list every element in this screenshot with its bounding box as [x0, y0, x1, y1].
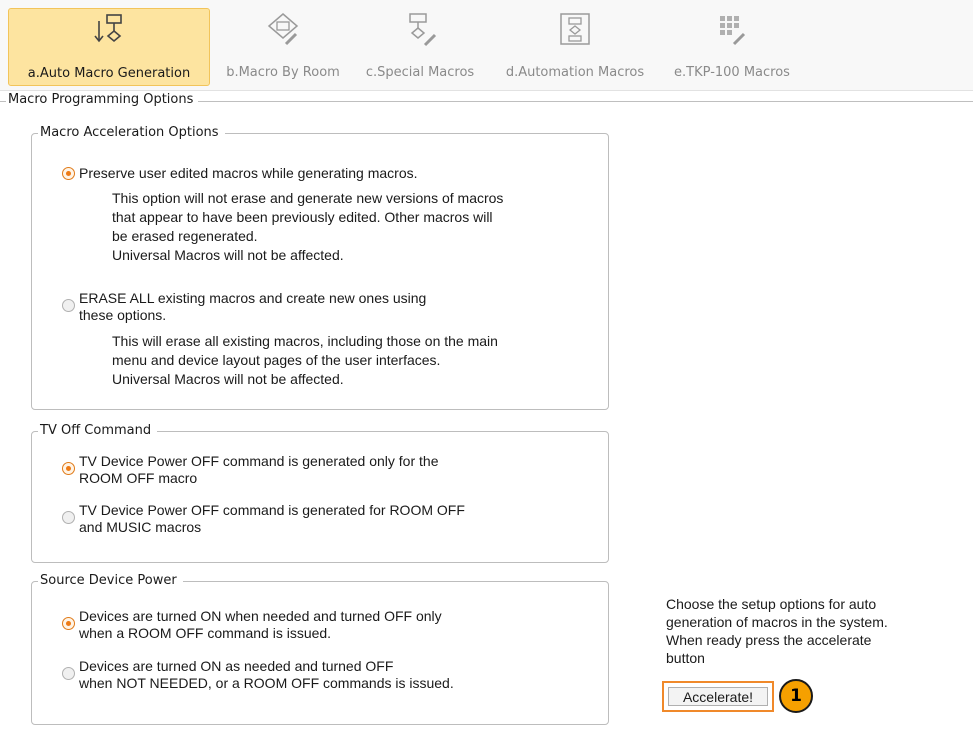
option-label: ERASE ALL existing macros and create new… — [79, 290, 426, 324]
tab-auto-macro-generation[interactable]: a.Auto Macro Generation — [8, 8, 210, 86]
tab-label: b.Macro By Room — [226, 65, 340, 80]
erase-all-description: This will erase all existing macros, inc… — [112, 332, 498, 389]
source-power-not-needed-radio[interactable] — [62, 667, 75, 680]
ribbon-toolbar: a.Auto Macro Generation b.Macro By Room … — [0, 0, 973, 91]
instructions-line: button — [666, 650, 705, 666]
group-title: Source Device Power — [38, 572, 183, 590]
tab-special-macros[interactable]: c.Special Macros — [356, 8, 484, 86]
special-macro-edit-icon — [409, 13, 437, 47]
description-line: Universal Macros will not be affected. — [112, 247, 344, 263]
room-edit-icon — [267, 13, 299, 46]
tab-label: e.TKP-100 Macros — [674, 65, 790, 80]
option-label: TV Device Power OFF command is generated… — [79, 453, 438, 487]
option-label-line: TV Device Power OFF command is generated… — [79, 453, 439, 469]
group-title: TV Off Command — [38, 422, 158, 440]
description-line: Universal Macros will not be affected. — [112, 371, 344, 387]
instructions-line: When ready press the accelerate — [666, 632, 872, 648]
option-label-line: ERASE ALL existing macros and create new… — [79, 290, 427, 306]
tab-macro-by-room[interactable]: b.Macro By Room — [212, 8, 354, 86]
option-label-line: ROOM OFF macro — [79, 470, 198, 486]
option-label: Devices are turned ON as needed and turn… — [79, 658, 454, 692]
outer-group-title: Macro Programming Options — [6, 92, 199, 107]
tv-off-room-music-option[interactable]: TV Device Power OFF command is generated… — [62, 502, 465, 536]
accelerate-button[interactable]: Accelerate! — [668, 687, 768, 706]
erase-all-option[interactable]: ERASE ALL existing macros and create new… — [62, 290, 426, 324]
callout-badge: 1 — [779, 679, 813, 713]
tab-tkp100-macros[interactable]: e.TKP-100 Macros — [664, 8, 800, 86]
keypad-edit-icon — [720, 16, 746, 46]
tv-off-room-only-option[interactable]: TV Device Power OFF command is generated… — [62, 453, 438, 487]
acceleration-options-group: Macro Acceleration Options Preserve user… — [31, 124, 609, 410]
accelerate-highlight: Accelerate! — [662, 681, 774, 712]
automation-flow-icon — [560, 13, 590, 45]
option-label-line: TV Device Power OFF command is generated… — [79, 502, 465, 518]
description-line: that appear to have been previously edit… — [112, 209, 493, 225]
group-title: Macro Acceleration Options — [38, 124, 225, 142]
option-label-line: when NOT NEEDED, or a ROOM OFF commands … — [79, 675, 454, 691]
description-line: be erased regenerated. — [112, 228, 258, 244]
tab-label: d.Automation Macros — [505, 65, 645, 80]
tv-off-room-music-radio[interactable] — [62, 511, 75, 524]
description-line: menu and device layout pages of the user… — [112, 352, 441, 368]
tv-off-group: TV Off Command TV Device Power OFF comma… — [31, 422, 609, 563]
instructions-line: Choose the setup options for auto — [666, 596, 877, 612]
tab-label: c.Special Macros — [365, 65, 475, 80]
option-label-line: Devices are turned ON as needed and turn… — [79, 658, 394, 674]
preserve-macros-radio[interactable] — [62, 167, 75, 180]
erase-all-radio[interactable] — [62, 299, 75, 312]
preserve-macros-description: This option will not erase and generate … — [112, 189, 503, 265]
option-label-line: and MUSIC macros — [79, 519, 202, 535]
description-line: This option will not erase and generate … — [112, 190, 504, 206]
option-label-line: Devices are turned ON when needed and tu… — [79, 608, 442, 624]
flowchart-arrow-icon — [94, 14, 122, 43]
instructions-text: Choose the setup options for auto genera… — [666, 595, 946, 667]
option-label-line: when a ROOM OFF command is issued. — [79, 625, 332, 641]
preserve-macros-option[interactable]: Preserve user edited macros while genera… — [62, 165, 418, 182]
tv-off-room-only-radio[interactable] — [62, 462, 75, 475]
tab-automation-macros[interactable]: d.Automation Macros — [490, 8, 660, 86]
tab-label: a.Auto Macro Generation — [27, 66, 191, 81]
option-label: Preserve user edited macros while genera… — [79, 165, 418, 181]
option-label: TV Device Power OFF command is generated… — [79, 502, 465, 536]
option-label-line: these options. — [79, 307, 167, 323]
description-line: This will erase all existing macros, inc… — [112, 333, 498, 349]
source-power-not-needed-option[interactable]: Devices are turned ON as needed and turn… — [62, 658, 454, 692]
option-label: Devices are turned ON when needed and tu… — [79, 608, 442, 642]
source-power-room-off-radio[interactable] — [62, 617, 75, 630]
source-power-room-off-option[interactable]: Devices are turned ON when needed and tu… — [62, 608, 442, 642]
source-power-group: Source Device Power Devices are turned O… — [31, 572, 609, 725]
instructions-line: generation of macros in the system. — [666, 614, 888, 630]
